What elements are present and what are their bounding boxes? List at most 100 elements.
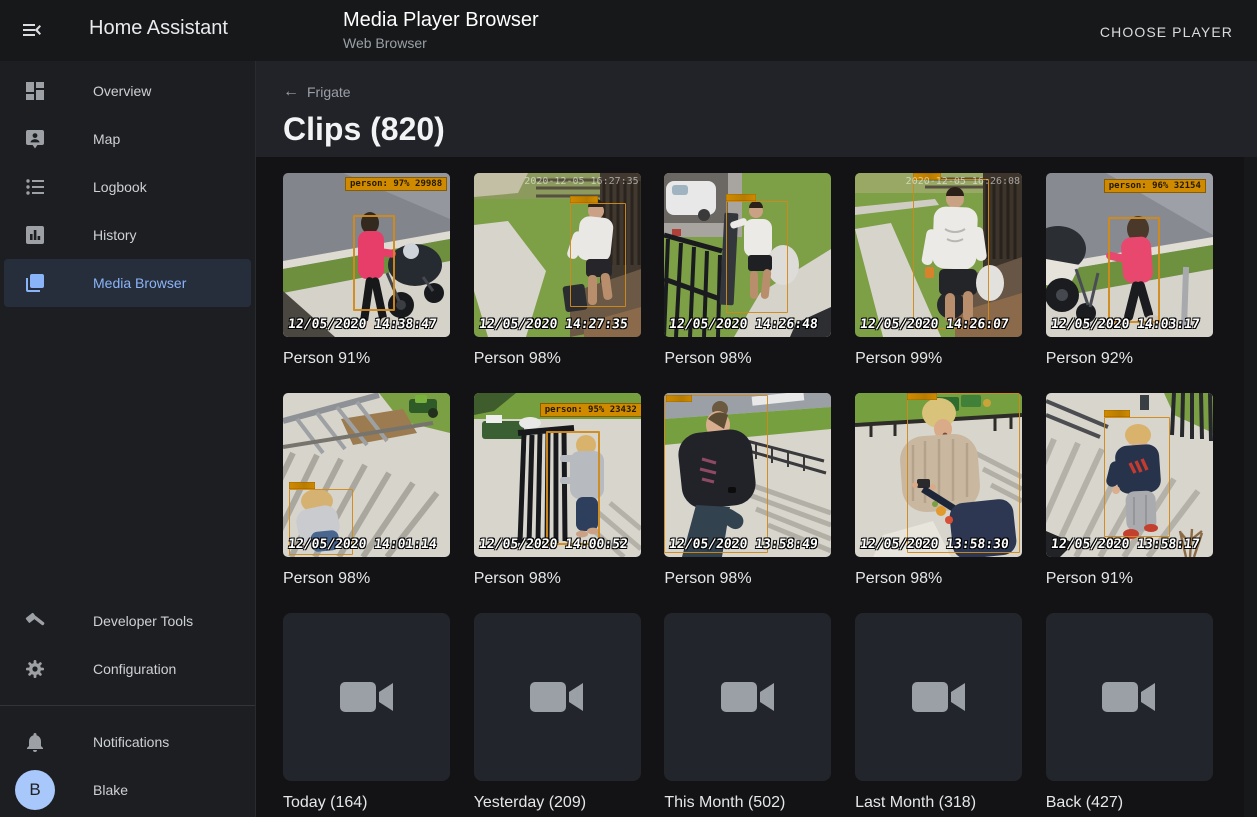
folder-card-yesterday[interactable]: Yesterday (209) xyxy=(474,613,641,814)
scrollbar-gutter[interactable] xyxy=(1244,157,1257,817)
sidebar-item-user[interactable]: B Blake xyxy=(4,766,251,814)
media-browser-icon xyxy=(23,271,47,295)
osd-timestamp: 12/05/2020 14:26:48 xyxy=(669,317,819,332)
home-assistant-app: Home Assistant Media Player Browser Web … xyxy=(0,0,1257,817)
dashboard-icon xyxy=(23,79,47,103)
video-camera-icon xyxy=(912,679,966,715)
detection-bbox xyxy=(664,395,768,553)
sidebar: Overview Map xyxy=(0,61,256,817)
clip-thumbnail: 2020-12-05 16:27:35 12/05/2020 14:27:35 xyxy=(474,173,641,337)
back-arrow-icon: ← xyxy=(283,83,299,101)
folder-label: Yesterday (209) xyxy=(474,794,641,814)
sidebar-item-configuration[interactable]: Configuration xyxy=(4,645,251,693)
detection-bbox xyxy=(907,393,1020,553)
folder-tile xyxy=(283,613,450,781)
osd-timestamp: 12/05/2020 14:27:35 xyxy=(478,317,628,332)
sidebar-item-overview[interactable]: Overview xyxy=(4,67,251,115)
clip-label: Person 98% xyxy=(474,570,641,590)
osd-timestamp: 12/05/2020 14:26:07 xyxy=(859,317,1009,332)
detection-bbox xyxy=(353,215,395,311)
video-camera-icon xyxy=(340,679,394,715)
folder-label: This Month (502) xyxy=(664,794,831,814)
detection-tag: person: 97% 29988 xyxy=(345,177,447,191)
osd-timestamp: 12/05/2020 14:01:14 xyxy=(287,537,437,552)
choose-player-button[interactable]: CHOOSE PLAYER xyxy=(1092,20,1241,44)
clip-label: Person 98% xyxy=(664,570,831,590)
detection-tag: person: 96% 32154 xyxy=(1104,179,1206,193)
user-name: Blake xyxy=(93,782,128,798)
folder-tile xyxy=(855,613,1022,781)
detection-tag xyxy=(289,482,315,489)
clip-card[interactable]: person: 97% 29988 12/05/2020 14:38:47 Pe… xyxy=(283,173,450,370)
sidebar-title: Home Assistant xyxy=(89,17,228,40)
sidebar-item-developer-tools[interactable]: Developer Tools xyxy=(4,597,251,645)
clip-thumbnail: 12/05/2020 13:58:17 xyxy=(1046,393,1213,557)
breadcrumb-back[interactable]: ← Frigate xyxy=(283,83,351,101)
avatar: B xyxy=(15,770,55,810)
sidebar-item-map[interactable]: Map xyxy=(4,115,251,163)
app-header: Home Assistant Media Player Browser Web … xyxy=(0,0,1257,61)
clip-card[interactable]: 12/05/2020 13:58:17 Person 91% xyxy=(1046,393,1213,590)
osd-timestamp: 12/05/2020 14:00:52 xyxy=(478,537,628,552)
sidebar-item-media-browser[interactable]: Media Browser xyxy=(4,259,251,307)
clip-label: Person 98% xyxy=(855,570,1022,590)
history-chart-icon xyxy=(23,223,47,247)
osd-timestamp: 12/05/2020 13:58:49 xyxy=(669,537,819,552)
detection-tag: person: 95% 23432 xyxy=(540,403,641,417)
video-camera-icon xyxy=(721,679,775,715)
sidebar-toggle-button[interactable] xyxy=(20,18,44,42)
folder-label: Today (164) xyxy=(283,794,450,814)
detection-bbox xyxy=(1104,417,1170,537)
media-browser-main: ← Frigate Clips (820) xyxy=(256,61,1257,817)
clips-grid-area: person: 97% 29988 12/05/2020 14:38:47 Pe… xyxy=(256,157,1257,817)
hammer-icon xyxy=(23,609,47,633)
account-map-icon xyxy=(23,127,47,151)
detection-tag xyxy=(1104,410,1130,417)
clip-card[interactable]: 2020-12-05 16:27:35 12/05/2020 14:27:35 … xyxy=(474,173,641,370)
osd-timestamp: 12/05/2020 13:58:17 xyxy=(1050,537,1200,552)
sidebar-divider xyxy=(0,705,255,706)
clip-label: Person 99% xyxy=(855,350,1022,370)
sidebar-item-history[interactable]: History xyxy=(4,211,251,259)
clip-card[interactable]: person: 95% 23432 12/05/2020 14:00:52 Pe… xyxy=(474,393,641,590)
detection-tag xyxy=(726,194,756,201)
clip-label: Person 98% xyxy=(283,570,450,590)
bell-icon xyxy=(23,730,47,754)
clip-card[interactable]: 12/05/2020 13:58:49 Person 98% xyxy=(664,393,831,590)
sidebar-item-logbook[interactable]: Logbook xyxy=(4,163,251,211)
video-camera-icon xyxy=(530,679,584,715)
detection-tag xyxy=(666,395,692,402)
clip-card[interactable]: 12/05/2020 13:58:30 Person 98% xyxy=(855,393,1022,590)
folder-card-today[interactable]: Today (164) xyxy=(283,613,450,814)
clip-label: Person 92% xyxy=(1046,350,1213,370)
folder-card-back[interactable]: Back (427) xyxy=(1046,613,1213,814)
clip-card[interactable]: person: 96% 32154 12/05/2020 14:03:17 Pe… xyxy=(1046,173,1213,370)
clip-card[interactable]: 12/05/2020 14:01:14 Person 98% xyxy=(283,393,450,590)
folder-card-last-month[interactable]: Last Month (318) xyxy=(855,613,1022,814)
clip-thumbnail: 12/05/2020 13:58:30 xyxy=(855,393,1022,557)
detection-bbox xyxy=(546,431,600,545)
folder-label: Back (427) xyxy=(1046,794,1213,814)
clips-title: Clips (820) xyxy=(283,110,1257,148)
folder-tile xyxy=(474,613,641,781)
osd-timestamp: 12/05/2020 14:38:47 xyxy=(287,317,437,332)
detection-bbox xyxy=(913,179,989,329)
page-subtitle: Web Browser xyxy=(343,35,539,51)
sidebar-item-notifications[interactable]: Notifications xyxy=(4,718,251,766)
detection-bbox xyxy=(726,201,788,313)
video-camera-icon xyxy=(1102,679,1156,715)
clip-thumbnail: person: 97% 29988 12/05/2020 14:38:47 xyxy=(283,173,450,337)
clip-thumbnail: 12/05/2020 13:58:49 xyxy=(664,393,831,557)
logbook-list-icon xyxy=(23,175,47,199)
osd-camera-timestamp: 2020-12-05 16:27:35 xyxy=(524,176,638,187)
clip-card[interactable]: 2020-12-05 16:26:08 12/05/2020 14:26:07 … xyxy=(855,173,1022,370)
osd-timestamp: 12/05/2020 13:58:30 xyxy=(859,537,1009,552)
clip-label: Person 98% xyxy=(664,350,831,370)
clip-card[interactable]: 12/05/2020 14:26:48 Person 98% xyxy=(664,173,831,370)
folder-card-this-month[interactable]: This Month (502) xyxy=(664,613,831,814)
clip-thumbnail: 12/05/2020 14:01:14 xyxy=(283,393,450,557)
clip-thumbnail: person: 95% 23432 12/05/2020 14:00:52 xyxy=(474,393,641,557)
detection-tag xyxy=(907,393,937,400)
osd-camera-timestamp: 2020-12-05 16:26:08 xyxy=(906,176,1020,187)
page-title: Media Player Browser xyxy=(343,8,539,32)
